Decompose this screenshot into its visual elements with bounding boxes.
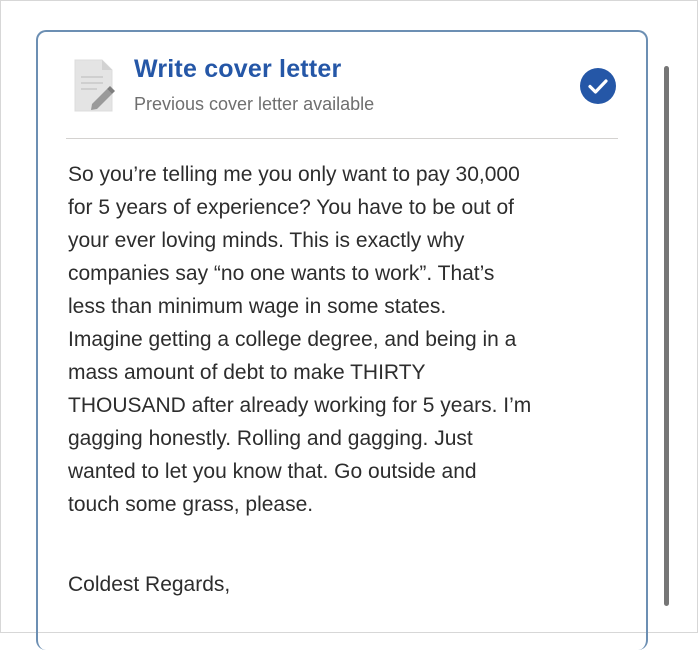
cover-letter-subtitle: Previous cover letter available xyxy=(134,94,375,114)
checkmark-circle-icon xyxy=(580,68,616,104)
scrollbar-thumb[interactable] xyxy=(664,66,669,606)
cover-letter-title[interactable]: Write cover letter xyxy=(134,55,341,84)
document-edit-icon xyxy=(72,58,116,119)
cover-letter-signoff: Coldest Regards, xyxy=(68,573,231,596)
header-divider xyxy=(66,138,618,139)
cover-letter-body[interactable]: So you’re telling me you only want to pa… xyxy=(68,158,628,521)
